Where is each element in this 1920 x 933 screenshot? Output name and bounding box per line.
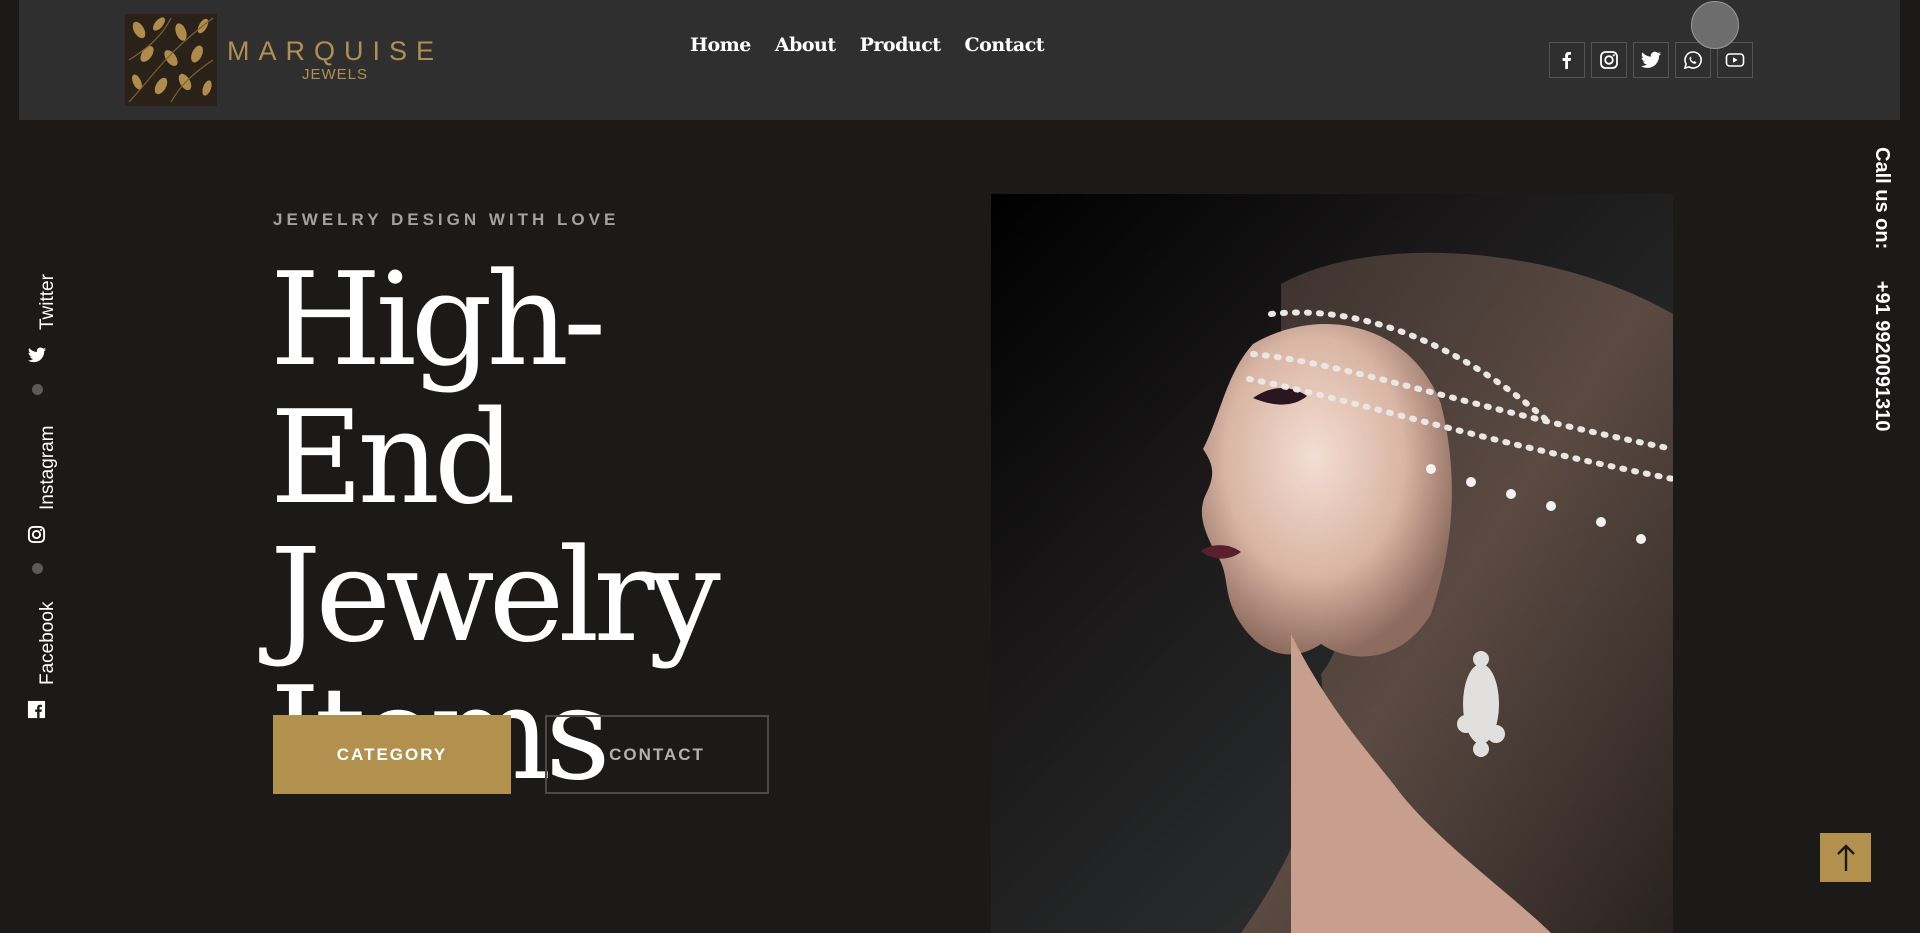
leaf-logo-icon	[125, 14, 217, 106]
nav-about[interactable]: About	[775, 34, 836, 56]
call-phone[interactable]: +91 9920091310	[1871, 281, 1893, 432]
side-twitter-label[interactable]: Twitter	[37, 274, 59, 330]
hero-eyebrow: JEWELRY DESIGN WITH LOVE	[273, 210, 620, 229]
category-button[interactable]: CATEGORY	[273, 715, 511, 794]
nav-home[interactable]: Home	[690, 34, 751, 56]
call-label: Call us on:	[1871, 147, 1893, 250]
call-us-vertical: Call us on: +91 9920091310	[1870, 147, 1893, 458]
brand-subtitle: JEWELS	[302, 66, 369, 83]
side-facebook-label[interactable]: Facebook	[37, 602, 59, 685]
instagram-icon[interactable]	[1591, 42, 1627, 78]
brand-name: MARQUISE	[227, 36, 444, 66]
separator-dot	[32, 384, 43, 395]
facebook-square-icon[interactable]	[27, 700, 47, 720]
arrow-up-icon	[1836, 843, 1855, 871]
hero-model-image	[991, 194, 1673, 933]
side-instagram-label[interactable]: Instagram	[37, 426, 59, 510]
cursor-highlight	[1691, 1, 1739, 49]
instagram-icon[interactable]	[27, 525, 47, 545]
scroll-to-top-button[interactable]	[1820, 833, 1871, 882]
contact-button[interactable]: CONTACT	[545, 715, 769, 794]
header-social-links	[1549, 42, 1759, 78]
twitter-icon[interactable]	[1633, 42, 1669, 78]
separator-dot	[32, 563, 43, 574]
vertical-social-bar: Twitter Instagram Facebook	[8, 250, 58, 730]
brand-logo[interactable]: MARQUISE JEWELS	[125, 14, 443, 106]
twitter-icon[interactable]	[27, 346, 47, 366]
facebook-icon[interactable]	[1549, 42, 1585, 78]
nav-product[interactable]: Product	[860, 34, 941, 56]
nav-contact[interactable]: Contact	[965, 34, 1045, 56]
main-nav: Home About Product Contact	[690, 34, 1068, 56]
